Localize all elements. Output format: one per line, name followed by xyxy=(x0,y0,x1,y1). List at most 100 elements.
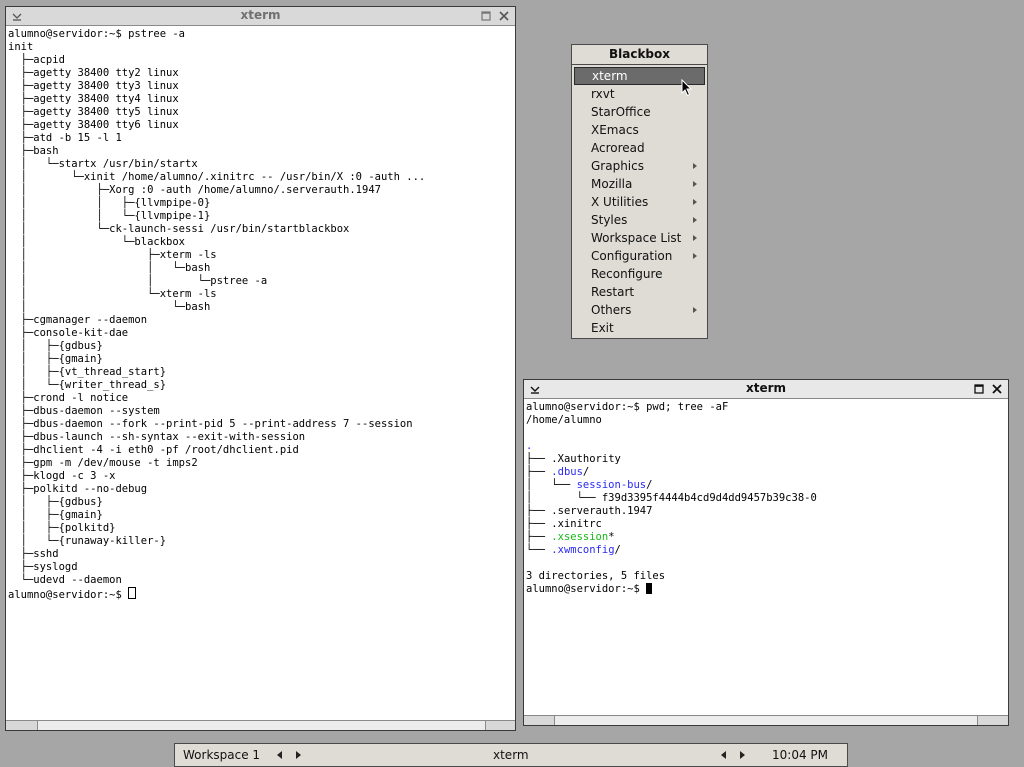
tree-branch: ├── xyxy=(526,466,552,478)
scrollbar-thumb[interactable] xyxy=(37,721,486,730)
close-icon[interactable] xyxy=(990,382,1004,396)
terminal-line: │ └─ck-launch-sessi /usr/bin/startblackb… xyxy=(8,223,350,235)
menu-item-label: Others xyxy=(591,303,632,317)
terminal-line: │ └─bash xyxy=(8,301,211,313)
menu-item-xemacs[interactable]: XEmacs xyxy=(574,121,705,139)
terminal-line: ├─crond -l notice xyxy=(8,392,129,404)
mouse-pointer-icon xyxy=(681,79,693,97)
terminal-line: │ └─xinit /home/alumno/.xinitrc -- /usr/… xyxy=(8,171,426,183)
pwd-output: /home/alumno xyxy=(526,414,602,426)
menu-item-label: XEmacs xyxy=(591,123,639,137)
submenu-arrow-icon xyxy=(693,163,697,169)
command-line: alumno@servidor:~$ pwd; tree -aF xyxy=(526,401,729,413)
menu-item-graphics[interactable]: Graphics xyxy=(574,157,705,175)
terminal-line: │ ├─xterm -ls xyxy=(8,249,217,261)
menu-item-label: Reconfigure xyxy=(591,267,663,281)
terminal-line: ├─dbus-launch --sh-syntax --exit-with-se… xyxy=(8,431,306,443)
window-title: xterm xyxy=(745,381,787,395)
maximize-icon[interactable] xyxy=(479,9,493,23)
submenu-arrow-icon xyxy=(693,199,697,205)
terminal-line: init xyxy=(8,41,34,53)
file-xsession: .xsession xyxy=(551,531,609,543)
terminal-line: │ ├─{gdbus} xyxy=(8,496,103,508)
text-cursor xyxy=(646,583,653,594)
menu-item-label: Mozilla xyxy=(591,177,633,191)
right-terminal-output[interactable]: alumno@servidor:~$ pwd; tree -aF /home/a… xyxy=(526,401,817,596)
terminal-line: │ │ └─{llvmpipe-1} xyxy=(8,210,211,222)
left-terminal-output[interactable]: alumno@servidor:~$ pstree -a init ├─acpi… xyxy=(8,28,425,602)
horizontal-scrollbar[interactable] xyxy=(524,715,1008,725)
exec-suffix: * xyxy=(608,531,615,543)
menu-item-label: rxvt xyxy=(591,87,615,101)
menu-item-label: Exit xyxy=(591,321,614,335)
maximize-icon[interactable] xyxy=(972,382,986,396)
terminal-line: ├─agetty 38400 tty6 linux xyxy=(8,119,179,131)
next-window-icon[interactable] xyxy=(740,751,745,759)
dir-dbus: .dbus xyxy=(551,466,583,478)
horizontal-scrollbar[interactable] xyxy=(6,720,515,730)
text-cursor xyxy=(128,587,137,599)
menu-item-restart[interactable]: Restart xyxy=(574,283,705,301)
tree-branch: │ └── xyxy=(526,492,602,504)
terminal-line: ├─bash xyxy=(8,145,59,157)
terminal-line: │ ├─{gmain} xyxy=(8,353,103,365)
terminal-line: │ └─{runaway-killer-} xyxy=(8,535,167,547)
menu-item-label: Styles xyxy=(591,213,628,227)
tree-branch: │ └── xyxy=(526,479,577,491)
terminal-line: ├─polkitd --no-debug xyxy=(8,483,148,495)
menu-item-styles[interactable]: Styles xyxy=(574,211,705,229)
submenu-arrow-icon xyxy=(693,253,697,259)
terminal-line: │ └─{writer_thread_s} xyxy=(8,379,167,391)
menu-item-workspace-list[interactable]: Workspace List xyxy=(574,229,705,247)
menu-item-exit[interactable]: Exit xyxy=(574,319,705,337)
terminal-line: ├─sshd xyxy=(8,548,59,560)
terminal-line: │ ├─{gmain} xyxy=(8,509,103,521)
menu-item-others[interactable]: Others xyxy=(574,301,705,319)
scrollbar-thumb[interactable] xyxy=(554,716,978,725)
terminal-line: ├─console-kit-dae xyxy=(8,327,129,339)
file-session: f39d3395f4444b4cd9d4dd9457b39c38-0 xyxy=(601,492,817,504)
menu-item-label: X Utilities xyxy=(591,195,649,209)
prev-workspace-icon[interactable] xyxy=(277,751,282,759)
right-xterm-titlebar[interactable]: xterm xyxy=(524,380,1008,399)
tree-branch: ├── xyxy=(526,531,552,543)
menu-item-reconfigure[interactable]: Reconfigure xyxy=(574,265,705,283)
submenu-arrow-icon xyxy=(693,217,697,223)
dir-suffix: / xyxy=(582,466,590,478)
terminal-line: │ │ └─pstree -a xyxy=(8,275,268,287)
workspace-label[interactable]: Workspace 1 xyxy=(183,744,260,766)
blackbox-toolbar: Workspace 1 xterm 10:04 PM xyxy=(174,743,848,767)
terminal-line: ├─dbus-daemon --fork --print-pid 5 --pri… xyxy=(8,418,413,430)
terminal-line: └─udevd --daemon xyxy=(8,574,122,586)
menu-item-staroffice[interactable]: StarOffice xyxy=(574,103,705,121)
terminal-line: │ ├─{vt_thread_start} xyxy=(8,366,167,378)
menu-item-configuration[interactable]: Configuration xyxy=(574,247,705,265)
terminal-line: alumno@servidor:~$ pstree -a xyxy=(8,28,186,40)
menu-item-label: StarOffice xyxy=(591,105,651,119)
terminal-line: │ ├─Xorg :0 -auth /home/alumno/.serverau… xyxy=(8,184,381,196)
terminal-line: │ │ └─bash xyxy=(8,262,211,274)
menu-item-x-utilities[interactable]: X Utilities xyxy=(574,193,705,211)
focused-window-label[interactable]: xterm xyxy=(493,744,529,766)
terminal-line: ├─agetty 38400 tty2 linux xyxy=(8,67,179,79)
left-xterm-window[interactable]: xterm alumno@servidor:~$ pstree -a init … xyxy=(5,6,516,731)
terminal-line: │ └─blackbox xyxy=(8,236,186,248)
terminal-line: │ ├─{polkitd} xyxy=(8,522,116,534)
menu-item-acroread[interactable]: Acroread xyxy=(574,139,705,157)
menu-item-label: Workspace List xyxy=(591,231,682,245)
tree-branch: ├── xyxy=(526,505,552,517)
terminal-line: ├─atd -b 15 -l 1 xyxy=(8,132,122,144)
prompt: alumno@servidor:~$ xyxy=(526,583,647,595)
next-workspace-icon[interactable] xyxy=(296,751,301,759)
terminal-line: │ ├─{gdbus} xyxy=(8,340,103,352)
terminal-line: ├─dbus-daemon --system xyxy=(8,405,160,417)
window-title: xterm xyxy=(240,8,281,22)
close-icon[interactable] xyxy=(497,9,511,23)
right-xterm-window[interactable]: xterm alumno@servidor:~$ pwd; tree -aF /… xyxy=(523,379,1009,726)
menu-item-label: xterm xyxy=(592,69,628,83)
menu-items: xterm rxvt StarOffice XEmacs Acroread Gr… xyxy=(574,66,705,337)
menu-item-label: Restart xyxy=(591,285,635,299)
prev-window-icon[interactable] xyxy=(721,751,726,759)
menu-item-mozilla[interactable]: Mozilla xyxy=(574,175,705,193)
left-xterm-titlebar[interactable]: xterm xyxy=(6,7,515,26)
